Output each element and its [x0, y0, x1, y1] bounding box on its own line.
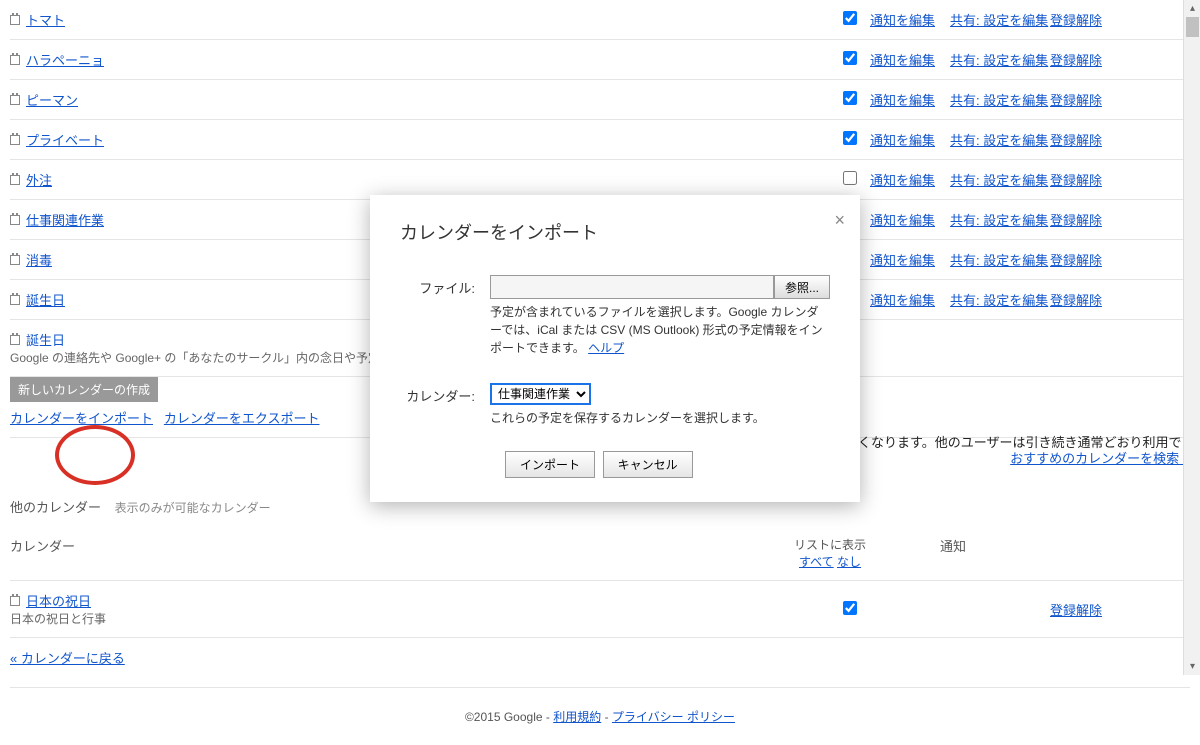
footer-sep: - [605, 710, 612, 724]
calendar-name-link[interactable]: 消毒 [26, 250, 52, 269]
scroll-down-icon[interactable]: ▾ [1184, 658, 1200, 675]
calendar-help: これらの予定を保存するカレンダーを選択します。 [490, 409, 830, 427]
show-checkbox[interactable] [843, 91, 857, 105]
calendar-select[interactable]: 仕事関連作業 [490, 383, 591, 405]
unregister-link[interactable]: 登録解除 [1050, 293, 1102, 308]
calendar-name-link[interactable]: トマト [26, 10, 65, 29]
unregister-link[interactable]: 登録解除 [1050, 133, 1102, 148]
browse-button[interactable]: 参照... [774, 275, 830, 299]
file-input[interactable] [490, 275, 774, 299]
calendar-desc: 日本の祝日と行事 [10, 610, 830, 627]
notify-link[interactable]: 通知を編集 [870, 253, 935, 268]
show-checkbox[interactable] [843, 131, 857, 145]
footer-terms-link[interactable]: 利用規約 [553, 710, 601, 724]
file-label: ファイル: [400, 275, 490, 357]
table-row: 日本の祝日日本の祝日と行事 登録解除 [10, 581, 1190, 638]
table-row: ピーマン 通知を編集共有: 設定を編集登録解除 [10, 80, 1190, 120]
overflow-text: くなります。他のユーザーは引き続き通常どおり利用でき [858, 432, 1194, 451]
calendar-name-link[interactable]: プライベート [26, 130, 104, 149]
share-link[interactable]: 共有: 設定を編集 [950, 93, 1048, 108]
table-row: プライベート 通知を編集共有: 設定を編集登録解除 [10, 120, 1190, 160]
notify-link[interactable]: 通知を編集 [870, 53, 935, 68]
share-link[interactable]: 共有: 設定を編集 [950, 13, 1048, 28]
calendar-name-link[interactable]: 誕生日 [26, 290, 65, 309]
notify-link[interactable]: 通知を編集 [870, 13, 935, 28]
calendar-icon [10, 255, 20, 265]
scroll-up-icon[interactable]: ▴ [1184, 0, 1200, 17]
unregister-link[interactable]: 登録解除 [1050, 93, 1102, 108]
back-link[interactable]: « カレンダーに戻る [10, 651, 125, 666]
import-modal: × カレンダーをインポート ファイル: 参照... 予定が含まれているファイルを… [370, 195, 860, 502]
file-help: 予定が含まれているファイルを選択します。Google カレンダーでは、iCal … [490, 303, 830, 357]
other-note: 表示のみが可能なカレンダー [115, 501, 271, 515]
import-button[interactable]: インポート [505, 451, 595, 478]
scrollbar[interactable]: ▴ ▾ [1183, 0, 1200, 675]
notify-link[interactable]: 通知を編集 [870, 293, 935, 308]
modal-title: カレンダーをインポート [400, 219, 830, 245]
calendar-icon [10, 335, 20, 345]
show-checkbox[interactable] [843, 171, 857, 185]
share-link[interactable]: 共有: 設定を編集 [950, 293, 1048, 308]
table-row: 外注 通知を編集共有: 設定を編集登録解除 [10, 160, 1190, 200]
unregister-link[interactable]: 登録解除 [1050, 13, 1102, 28]
share-link[interactable]: 共有: 設定を編集 [950, 173, 1048, 188]
header-all-link[interactable]: すべて [799, 555, 834, 569]
table-row: トマト 通知を編集共有: 設定を編集登録解除 [10, 0, 1190, 40]
unregister-link[interactable]: 登録解除 [1050, 213, 1102, 228]
calendar-icon [10, 596, 20, 606]
unregister-link[interactable]: 登録解除 [1050, 253, 1102, 268]
notify-link[interactable]: 通知を編集 [870, 93, 935, 108]
cancel-button[interactable]: キャンセル [603, 451, 693, 478]
close-icon[interactable]: × [834, 210, 845, 231]
table-row: ハラペーニョ 通知を編集共有: 設定を編集登録解除 [10, 40, 1190, 80]
header-none-link[interactable]: なし [837, 555, 861, 569]
calendar-name-link[interactable]: ハラペーニョ [26, 50, 104, 69]
calendar-name-link[interactable]: 日本の祝日 [26, 591, 91, 610]
other-label: 他のカレンダー [10, 500, 101, 515]
share-link[interactable]: 共有: 設定を編集 [950, 253, 1048, 268]
calendar-name-link[interactable]: 仕事関連作業 [26, 210, 104, 229]
header-list: リストに表示 [794, 538, 866, 552]
unregister-link[interactable]: 登録解除 [1050, 603, 1102, 618]
other-header-row: カレンダー リストに表示 すべて なし 通知 [10, 526, 1190, 581]
create-calendar-button[interactable]: 新しいカレンダーの作成 [10, 377, 158, 402]
footer: ©2015 Google - 利用規約 - プライバシー ポリシー [10, 687, 1190, 745]
show-checkbox[interactable] [843, 51, 857, 65]
help-link[interactable]: ヘルプ [588, 341, 624, 355]
notify-link[interactable]: 通知を編集 [870, 133, 935, 148]
show-checkbox[interactable] [843, 601, 857, 615]
footer-privacy-link[interactable]: プライバシー ポリシー [612, 710, 735, 724]
footer-copyright: ©2015 Google - [465, 710, 553, 724]
import-calendar-link[interactable]: カレンダーをインポート [10, 411, 153, 426]
back-row: « カレンダーに戻る [10, 638, 1190, 677]
header-calendar: カレンダー [10, 536, 790, 555]
calendar-icon [10, 215, 20, 225]
calendar-name-link[interactable]: ピーマン [26, 90, 78, 109]
share-link[interactable]: 共有: 設定を編集 [950, 133, 1048, 148]
calendar-icon [10, 295, 20, 305]
share-link[interactable]: 共有: 設定を編集 [950, 213, 1048, 228]
calendar-icon [10, 15, 20, 25]
recommend-link[interactable]: おすすめのカレンダーを検索 » [1010, 451, 1190, 466]
share-link[interactable]: 共有: 設定を編集 [950, 53, 1048, 68]
notify-link[interactable]: 通知を編集 [870, 213, 935, 228]
notify-link[interactable]: 通知を編集 [870, 173, 935, 188]
calendar-name-link[interactable]: 外注 [26, 170, 52, 189]
calendar-icon [10, 175, 20, 185]
show-checkbox[interactable] [843, 11, 857, 25]
calendar-icon [10, 55, 20, 65]
unregister-link[interactable]: 登録解除 [1050, 173, 1102, 188]
header-notify: 通知 [870, 536, 1050, 555]
calendar-icon [10, 135, 20, 145]
scroll-thumb[interactable] [1186, 17, 1199, 37]
export-calendar-link[interactable]: カレンダーをエクスポート [164, 411, 320, 426]
calendar-icon [10, 95, 20, 105]
unregister-link[interactable]: 登録解除 [1050, 53, 1102, 68]
calendar-label: カレンダー: [400, 383, 490, 427]
birthday-title: 誕生日 [26, 330, 65, 349]
